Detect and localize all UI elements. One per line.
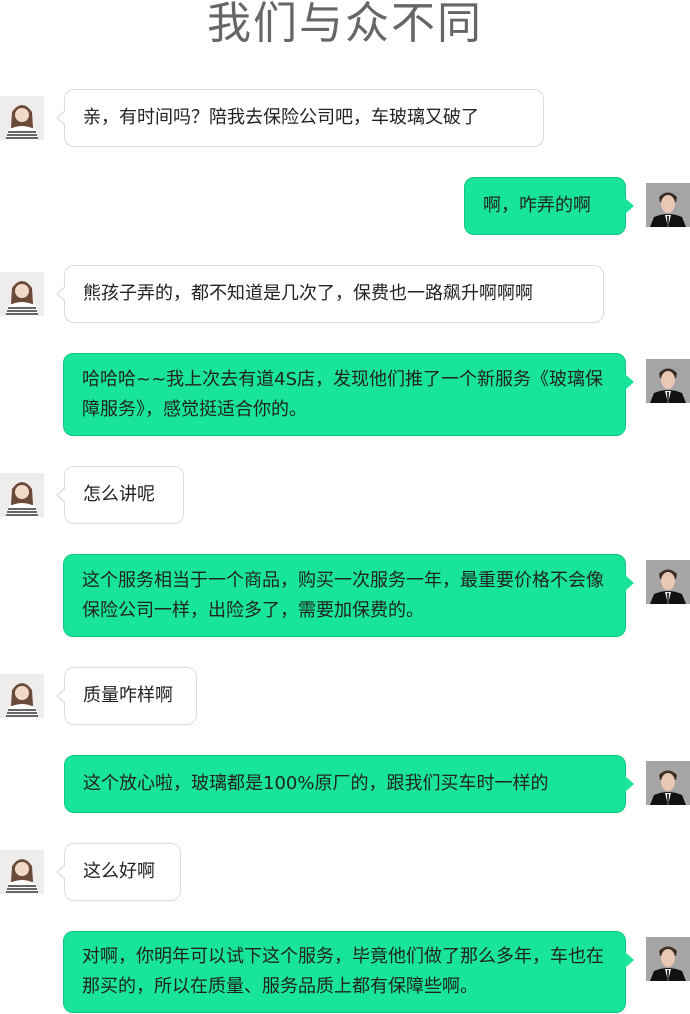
man-avatar-icon[interactable] (646, 359, 690, 403)
message-bubble: 这个服务相当于一个商品，购买一次服务一年，最重要价格不会像保险公司一样，出险多了… (63, 554, 634, 637)
message-text: 对啊，你明年可以试下这个服务，毕竟他们做了那么多年，车也在那买的，所以在质量、服… (82, 946, 604, 997)
message-text: 这个服务相当于一个商品，购买一次服务一年，最重要价格不会像保险公司一样，出险多了… (82, 569, 604, 621)
message-text: 啊，咋弄的啊 (483, 195, 591, 216)
message-row: 亲，有时间吗？陪我去保险公司吧，车玻璃又破了 (0, 89, 690, 147)
message-text: 这个放心啦，玻璃都是100%原厂的，跟我们买车时一样的 (83, 773, 549, 794)
woman-avatar-icon[interactable] (0, 473, 44, 517)
message-bubble: 哈哈哈~~我上次去有道4S店，发现他们推了一个新服务《玻璃保障服务》，感觉挺适合… (63, 353, 634, 436)
message-row: 哈哈哈~~我上次去有道4S店，发现他们推了一个新服务《玻璃保障服务》，感觉挺适合… (0, 353, 690, 436)
woman-avatar-icon[interactable] (0, 674, 44, 718)
message-row: 这个服务相当于一个商品，购买一次服务一年，最重要价格不会像保险公司一样，出险多了… (0, 554, 690, 637)
man-avatar-icon[interactable] (646, 761, 690, 805)
message-bubble: 质量咋样啊 (56, 667, 197, 725)
message-bubble: 对啊，你明年可以试下这个服务，毕竟他们做了那么多年，车也在那买的，所以在质量、服… (63, 931, 634, 1013)
man-avatar-icon[interactable] (646, 937, 690, 981)
message-row: 质量咋样啊 (0, 667, 690, 725)
message-text: 亲，有时间吗？陪我去保险公司吧，车玻璃又破了 (83, 107, 479, 128)
message-bubble: 亲，有时间吗？陪我去保险公司吧，车玻璃又破了 (56, 89, 544, 147)
man-avatar-icon[interactable] (646, 183, 690, 227)
message-row: 熊孩子弄的，都不知道是几次了，保费也一路飙升啊啊啊 (0, 265, 690, 323)
message-text: 这么好啊 (83, 861, 155, 882)
message-row: 怎么讲呢 (0, 466, 690, 524)
woman-avatar-icon[interactable] (0, 272, 44, 316)
message-row: 对啊，你明年可以试下这个服务，毕竟他们做了那么多年，车也在那买的，所以在质量、服… (0, 931, 690, 1014)
page-title: 我们与众不同 (207, 0, 483, 49)
message-text: 哈哈哈~~我上次去有道4S店，发现他们推了一个新服务《玻璃保障服务》，感觉挺适合… (82, 368, 604, 420)
woman-avatar-icon[interactable] (0, 96, 44, 140)
message-row: 啊，咋弄的啊 (0, 177, 690, 235)
message-bubble: 这么好啊 (56, 843, 181, 901)
message-bubble: 熊孩子弄的，都不知道是几次了，保费也一路飙升啊啊啊 (56, 265, 604, 323)
message-text: 质量咋样啊 (83, 685, 173, 706)
message-bubble: 啊，咋弄的啊 (464, 177, 634, 235)
message-text: 熊孩子弄的，都不知道是几次了，保费也一路飙升啊啊啊 (83, 283, 533, 304)
woman-avatar-icon[interactable] (0, 850, 44, 894)
message-row: 这么好啊 (0, 843, 690, 901)
message-text: 怎么讲呢 (83, 484, 155, 505)
message-row: 这个放心啦，玻璃都是100%原厂的，跟我们买车时一样的 (0, 755, 690, 813)
message-bubble: 怎么讲呢 (56, 466, 184, 524)
message-bubble: 这个放心啦，玻璃都是100%原厂的，跟我们买车时一样的 (64, 755, 634, 813)
man-avatar-icon[interactable] (646, 560, 690, 604)
